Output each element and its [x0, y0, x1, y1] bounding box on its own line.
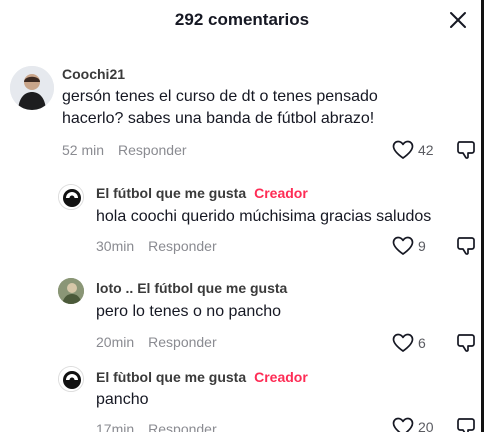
- dislike-button[interactable]: [456, 417, 476, 432]
- heart-icon: [392, 417, 414, 432]
- comment-time: 20min: [96, 334, 135, 350]
- reply-item: loto .. El fútbol que me gusta pero lo t…: [0, 275, 484, 365]
- avatar[interactable]: [58, 366, 84, 392]
- reply-button[interactable]: Responder: [118, 142, 187, 158]
- comment-text: pancho: [96, 391, 149, 408]
- like-count: 20: [418, 419, 434, 432]
- creator-badge: Creador: [254, 185, 308, 201]
- like-button[interactable]: 20: [392, 417, 434, 432]
- comment-meta: 30min Responder: [96, 238, 217, 254]
- heart-icon: [392, 140, 414, 159]
- close-icon: [450, 12, 466, 28]
- username-label: El fútbol que me gusta: [96, 185, 247, 201]
- heart-icon: [392, 333, 414, 352]
- heart-icon: [392, 236, 414, 255]
- comment-item: Coochi21 gersón tenes el curso de dt o t…: [0, 60, 484, 170]
- comment-meta: 17min Responder: [96, 421, 217, 432]
- comment-username[interactable]: El fùtbol que me gusta Creador: [96, 369, 308, 385]
- dislike-button[interactable]: [456, 333, 476, 358]
- dislike-button[interactable]: [456, 236, 476, 261]
- creator-badge: Creador: [254, 369, 308, 385]
- like-button[interactable]: 6: [392, 333, 426, 353]
- username-label: El fùtbol que me gusta: [96, 369, 247, 385]
- reply-button[interactable]: Responder: [148, 334, 217, 350]
- dislike-icon: [457, 237, 475, 255]
- reply-button[interactable]: Responder: [148, 238, 217, 254]
- comment-time: 30min: [96, 238, 135, 254]
- like-button[interactable]: 9: [392, 236, 426, 256]
- comment-text: pero lo tenes o no pancho: [96, 303, 282, 320]
- comment-text: hola coochi querido múchisima gracias sa…: [96, 208, 432, 225]
- comment-meta: 52 min Responder: [62, 142, 187, 158]
- avatar[interactable]: [10, 66, 54, 110]
- close-button[interactable]: [444, 6, 472, 34]
- reply-item: El fùtbol que me gusta Creador pancho 17m…: [0, 364, 484, 432]
- comments-count-title: 292 comentarios: [174, 10, 310, 29]
- dislike-icon: [457, 141, 475, 159]
- comments-panel: 292 comentarios Coochi21 gersón tenes el…: [0, 0, 484, 432]
- dislike-icon: [457, 418, 475, 432]
- comment-username[interactable]: Coochi21: [62, 66, 125, 82]
- comment-meta: 20min Responder: [96, 334, 217, 350]
- dislike-button[interactable]: [456, 140, 476, 165]
- reply-item: El fútbol que me gusta Creador hola cooch…: [0, 180, 484, 270]
- avatar[interactable]: [58, 278, 84, 304]
- like-button[interactable]: 42: [392, 140, 434, 160]
- like-count: 9: [418, 238, 426, 254]
- dislike-icon: [457, 334, 475, 352]
- avatar[interactable]: [58, 184, 84, 210]
- comment-time: 17min: [96, 421, 135, 432]
- comment-username[interactable]: loto .. El fútbol que me gusta: [96, 280, 287, 296]
- like-count: 6: [418, 335, 426, 351]
- comments-header: 292 comentarios: [0, 0, 484, 44]
- reply-button[interactable]: Responder: [148, 421, 217, 432]
- comment-text: gersón tenes el curso de dt o tenes pens…: [62, 88, 378, 127]
- comment-time: 52 min: [62, 142, 105, 158]
- comment-username[interactable]: El fútbol que me gusta Creador: [96, 185, 308, 201]
- like-count: 42: [418, 142, 434, 158]
